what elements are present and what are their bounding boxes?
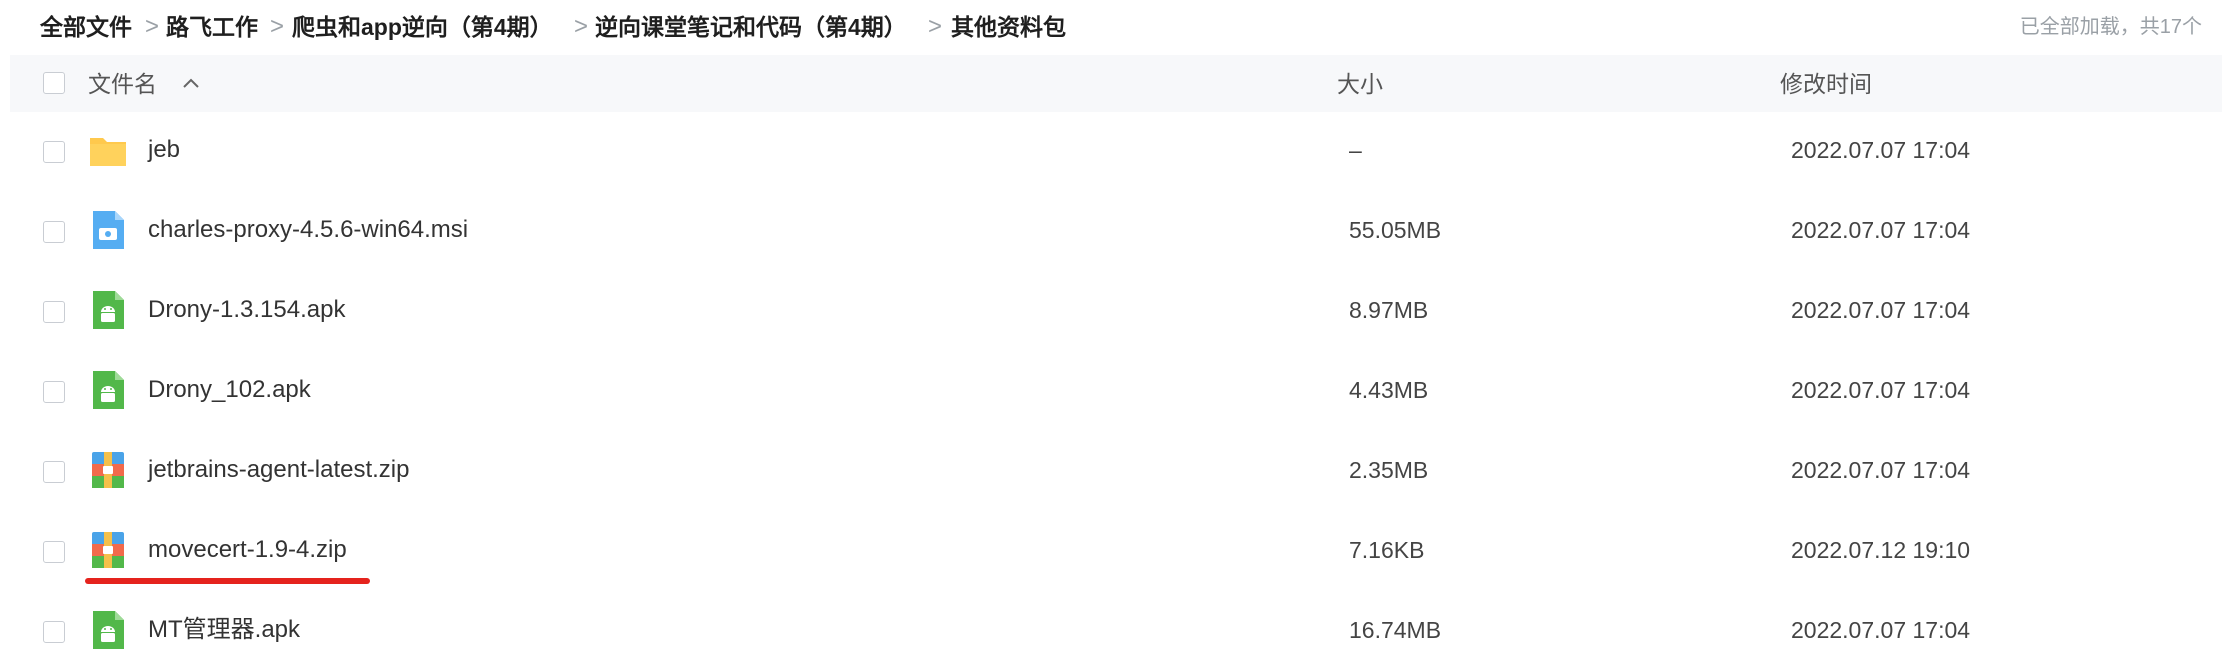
table-row[interactable]: jetbrains-agent-latest.zip 2.35MB 2022.0… [0,432,2222,512]
msi-file-icon [93,211,124,249]
breadcrumb: 全部文件 > 路飞工作 > 爬虫和app逆向（第4期） > 逆向课堂笔记和代码（… [0,0,2222,54]
row-checkbox[interactable] [43,301,65,323]
file-name[interactable]: jetbrains-agent-latest.zip [148,454,409,486]
column-header-size[interactable]: 大小 [1337,69,1383,99]
breadcrumb-separator: > [145,13,160,40]
table-row[interactable]: jeb – 2022.07.07 17:04 [0,112,2222,192]
file-name[interactable]: charles-proxy-4.5.6-win64.msi [148,214,468,246]
column-header-name[interactable]: 文件名 [88,69,157,99]
file-modified-time: 2022.07.07 17:04 [1791,457,1971,483]
file-modified-time: 2022.07.07 17:04 [1791,617,1971,643]
apk-file-icon [93,371,124,409]
table-row[interactable]: Drony_102.apk 4.43MB 2022.07.07 17:04 [0,352,2222,432]
file-size: 55.05MB [1349,217,1442,243]
file-name[interactable]: Drony-1.3.154.apk [148,294,345,326]
file-size: – [1349,137,1362,163]
breadcrumb-item-crawler[interactable]: 爬虫和app逆向（第4期） [292,12,553,42]
file-size: 7.16KB [1349,537,1425,563]
table-row[interactable]: MT管理器.apk 16.74MB 2022.07.07 17:04 [0,592,2222,672]
table-row[interactable]: Drony-1.3.154.apk 8.97MB 2022.07.07 17:0… [0,272,2222,352]
breadcrumb-item-notes[interactable]: 逆向课堂笔记和代码（第4期） [595,12,907,42]
file-modified-time: 2022.07.12 19:10 [1791,537,1971,563]
file-name[interactable]: Drony_102.apk [148,374,311,406]
row-checkbox[interactable] [43,141,65,163]
select-all-checkbox[interactable] [43,72,65,94]
row-checkbox[interactable] [43,221,65,243]
zip-file-icon [92,452,124,488]
breadcrumb-separator: > [928,13,943,40]
table-header: 文件名 大小 修改时间 [10,55,2222,112]
file-name[interactable]: jeb [148,134,180,166]
breadcrumb-item-current: 其他资料包 [951,14,1066,40]
file-size: 2.35MB [1349,457,1429,483]
row-checkbox[interactable] [43,541,65,563]
row-checkbox[interactable] [43,381,65,403]
apk-file-icon [93,611,124,649]
sort-ascending-icon[interactable] [180,74,202,92]
table-row[interactable]: charles-proxy-4.5.6-win64.msi 55.05MB 20… [0,192,2222,272]
column-header-modified[interactable]: 修改时间 [1780,69,1872,99]
file-modified-time: 2022.07.07 17:04 [1791,137,1971,163]
file-size: 4.43MB [1349,377,1429,403]
breadcrumb-item-all-files[interactable]: 全部文件 [40,12,132,42]
folder-icon [90,138,126,166]
load-status: 已全部加载，共17个 [2019,16,2202,38]
file-name[interactable]: movecert-1.9-4.zip [148,534,347,566]
file-size: 8.97MB [1349,297,1429,323]
apk-file-icon [93,291,124,329]
file-size: 16.74MB [1349,617,1442,643]
breadcrumb-separator: > [574,13,589,40]
row-checkbox[interactable] [43,621,65,643]
zip-file-icon [92,532,124,568]
row-checkbox[interactable] [43,461,65,483]
file-modified-time: 2022.07.07 17:04 [1791,217,1971,243]
breadcrumb-separator: > [270,13,285,40]
annotation-underline [85,578,370,584]
breadcrumb-item-lufei[interactable]: 路飞工作 [166,12,258,42]
file-name[interactable]: MT管理器.apk [148,614,300,646]
file-modified-time: 2022.07.07 17:04 [1791,297,1971,323]
file-modified-time: 2022.07.07 17:04 [1791,377,1971,403]
